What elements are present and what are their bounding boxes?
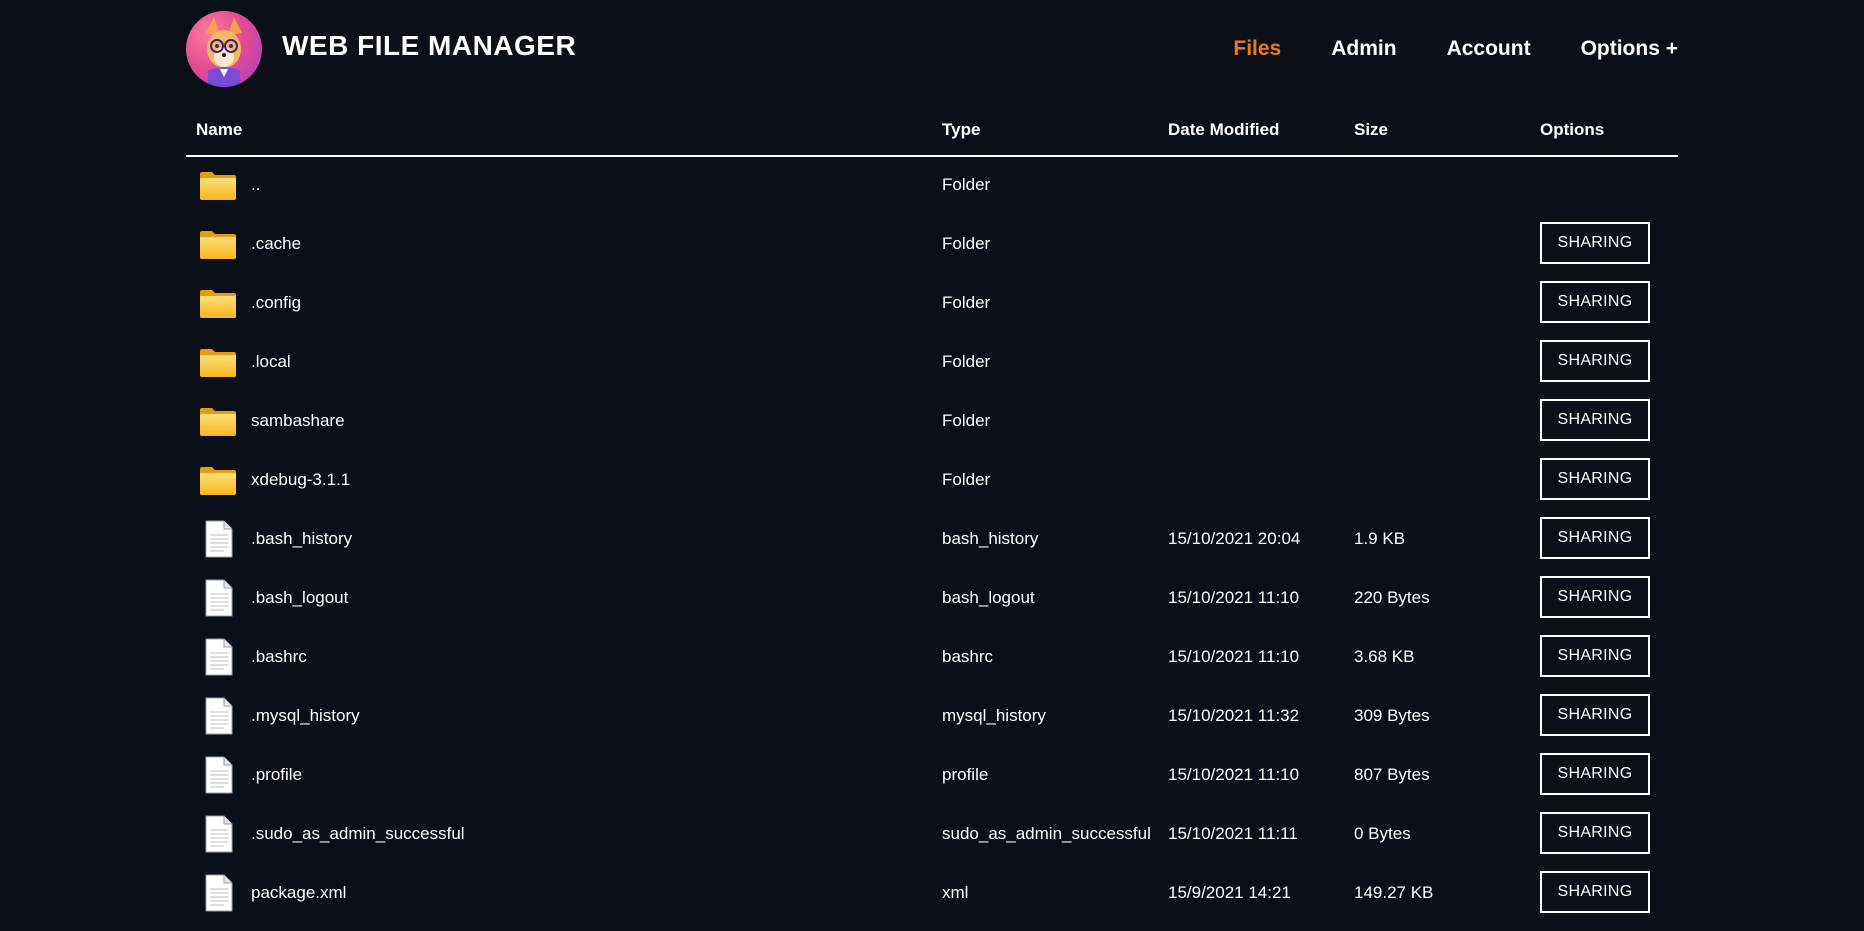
file-icon bbox=[198, 696, 238, 736]
file-type: xml bbox=[942, 883, 969, 902]
file-name[interactable]: .sudo_as_admin_successful bbox=[251, 806, 465, 865]
page: WEB FILE MANAGER Files Admin Account Opt… bbox=[0, 0, 1864, 931]
table-row[interactable]: .bashrc bashrc 15/10/2021 11:10 3.68 KB SHAR… bbox=[186, 629, 1678, 688]
sharing-button[interactable]: SHARING bbox=[1540, 753, 1650, 795]
file-name[interactable]: .bash_history bbox=[251, 511, 352, 570]
column-header-options: Options bbox=[1540, 120, 1605, 139]
file-name[interactable]: package.xml bbox=[251, 865, 346, 924]
file-type: bash_logout bbox=[942, 588, 1035, 607]
avatar-logo-icon[interactable] bbox=[186, 11, 262, 87]
folder-icon bbox=[198, 283, 238, 323]
file-type: bashrc bbox=[942, 647, 994, 666]
file-date-modified: 15/10/2021 11:10 bbox=[1168, 647, 1300, 666]
sharing-button[interactable]: SHARING bbox=[1540, 222, 1650, 264]
table-row[interactable]: .profile profile 15/10/2021 11:10 807 Bytes… bbox=[186, 747, 1678, 806]
file-size: 3.68 KB bbox=[1354, 647, 1415, 666]
file-icon bbox=[198, 519, 238, 559]
sharing-button[interactable]: SHARING bbox=[1540, 399, 1650, 441]
main-nav: Files Admin Account Options + bbox=[1183, 37, 1678, 61]
file-name[interactable]: .config bbox=[251, 275, 301, 334]
column-header-size[interactable]: Size bbox=[1354, 120, 1388, 140]
file-size: 0 Bytes bbox=[1354, 824, 1411, 843]
nav-options[interactable]: Options + bbox=[1581, 37, 1678, 61]
file-size: 149.27 KB bbox=[1354, 883, 1434, 902]
file-name[interactable]: sambashare bbox=[251, 393, 345, 452]
sharing-button[interactable]: SHARING bbox=[1540, 281, 1650, 323]
file-date-modified: 15/9/2021 14:21 bbox=[1168, 883, 1291, 902]
file-date-modified: 15/10/2021 11:11 bbox=[1168, 824, 1298, 843]
file-type: Folder bbox=[942, 411, 991, 430]
sharing-button[interactable]: SHARING bbox=[1540, 576, 1650, 618]
file-type: mysql_history bbox=[942, 706, 1046, 725]
file-size: 220 Bytes bbox=[1354, 588, 1430, 607]
table-row[interactable]: .local Folder SHARING bbox=[186, 334, 1678, 393]
file-type: Folder bbox=[942, 470, 991, 489]
table-row[interactable]: .bash_history bash_history 15/10/2021 20:0… bbox=[186, 511, 1678, 570]
file-name[interactable]: .local bbox=[251, 334, 291, 393]
sharing-button[interactable]: SHARING bbox=[1540, 458, 1650, 500]
file-date-modified: 15/10/2021 11:32 bbox=[1168, 706, 1300, 725]
table-row[interactable]: sambashare Folder SHARING bbox=[186, 393, 1678, 452]
header: WEB FILE MANAGER Files Admin Account Opt… bbox=[186, 0, 1678, 100]
file-name[interactable]: .. bbox=[251, 157, 260, 216]
file-name[interactable]: .mysql_history bbox=[251, 688, 360, 747]
table-row[interactable]: .cache Folder SHARING bbox=[186, 216, 1678, 275]
file-name[interactable]: .bashrc bbox=[251, 629, 307, 688]
file-date-modified: 15/10/2021 20:04 bbox=[1168, 529, 1301, 548]
file-size: 1.9 KB bbox=[1354, 529, 1406, 548]
table-row[interactable]: .sudo_as_admin_successful sudo_as_admin_s… bbox=[186, 806, 1678, 865]
file-type: bash_history bbox=[942, 529, 1039, 548]
sharing-button[interactable]: SHARING bbox=[1540, 871, 1650, 913]
file-type: Folder bbox=[942, 352, 991, 371]
sharing-button[interactable]: SHARING bbox=[1540, 812, 1650, 854]
folder-icon bbox=[198, 342, 238, 382]
folder-icon bbox=[198, 224, 238, 264]
file-type: Folder bbox=[942, 293, 991, 312]
file-size: 309 Bytes bbox=[1354, 706, 1430, 725]
file-name[interactable]: .cache bbox=[251, 216, 301, 275]
nav-files[interactable]: Files bbox=[1233, 37, 1281, 61]
file-icon bbox=[198, 755, 238, 795]
file-list: .. Folder .cache Folder SHARING .config Fold… bbox=[186, 157, 1678, 924]
folder-icon bbox=[198, 460, 238, 500]
folder-icon bbox=[198, 165, 238, 205]
table-row[interactable]: package.xml xml 15/9/2021 14:21 149.27 KB SH… bbox=[186, 865, 1678, 924]
column-header-date[interactable]: Date Modified bbox=[1168, 120, 1279, 140]
main-container: WEB FILE MANAGER Files Admin Account Opt… bbox=[186, 0, 1678, 913]
file-size: 807 Bytes bbox=[1354, 765, 1430, 784]
table-row[interactable]: xdebug-3.1.1 Folder SHARING bbox=[186, 452, 1678, 511]
sharing-button[interactable]: SHARING bbox=[1540, 694, 1650, 736]
sharing-button[interactable]: SHARING bbox=[1540, 340, 1650, 382]
file-icon bbox=[198, 814, 238, 854]
file-name[interactable]: .bash_logout bbox=[251, 570, 348, 629]
file-name[interactable]: .profile bbox=[251, 747, 302, 806]
file-type: sudo_as_admin_successful bbox=[942, 824, 1151, 843]
file-icon bbox=[198, 637, 238, 677]
sharing-button[interactable]: SHARING bbox=[1540, 517, 1650, 559]
table-row[interactable]: .. Folder bbox=[186, 157, 1678, 216]
file-date-modified: 15/10/2021 11:10 bbox=[1168, 588, 1300, 607]
column-header-type[interactable]: Type bbox=[942, 120, 980, 140]
folder-icon bbox=[198, 401, 238, 441]
file-icon bbox=[198, 578, 238, 618]
table-header: Name Type Date Modified Size Options bbox=[186, 117, 1678, 157]
table-row[interactable]: .mysql_history mysql_history 15/10/2021 11… bbox=[186, 688, 1678, 747]
table-row[interactable]: .config Folder SHARING bbox=[186, 275, 1678, 334]
column-header-name[interactable]: Name bbox=[196, 120, 242, 140]
nav-account[interactable]: Account bbox=[1447, 37, 1531, 61]
file-type: profile bbox=[942, 765, 989, 784]
sharing-button[interactable]: SHARING bbox=[1540, 635, 1650, 677]
file-type: Folder bbox=[942, 234, 991, 253]
file-type: Folder bbox=[942, 175, 991, 194]
nav-admin[interactable]: Admin bbox=[1331, 37, 1396, 61]
file-icon bbox=[198, 873, 238, 913]
file-date-modified: 15/10/2021 11:10 bbox=[1168, 765, 1300, 784]
table-row[interactable]: .bash_logout bash_logout 15/10/2021 11:10 2… bbox=[186, 570, 1678, 629]
app-title: WEB FILE MANAGER bbox=[282, 30, 577, 61]
file-name[interactable]: xdebug-3.1.1 bbox=[251, 452, 350, 511]
